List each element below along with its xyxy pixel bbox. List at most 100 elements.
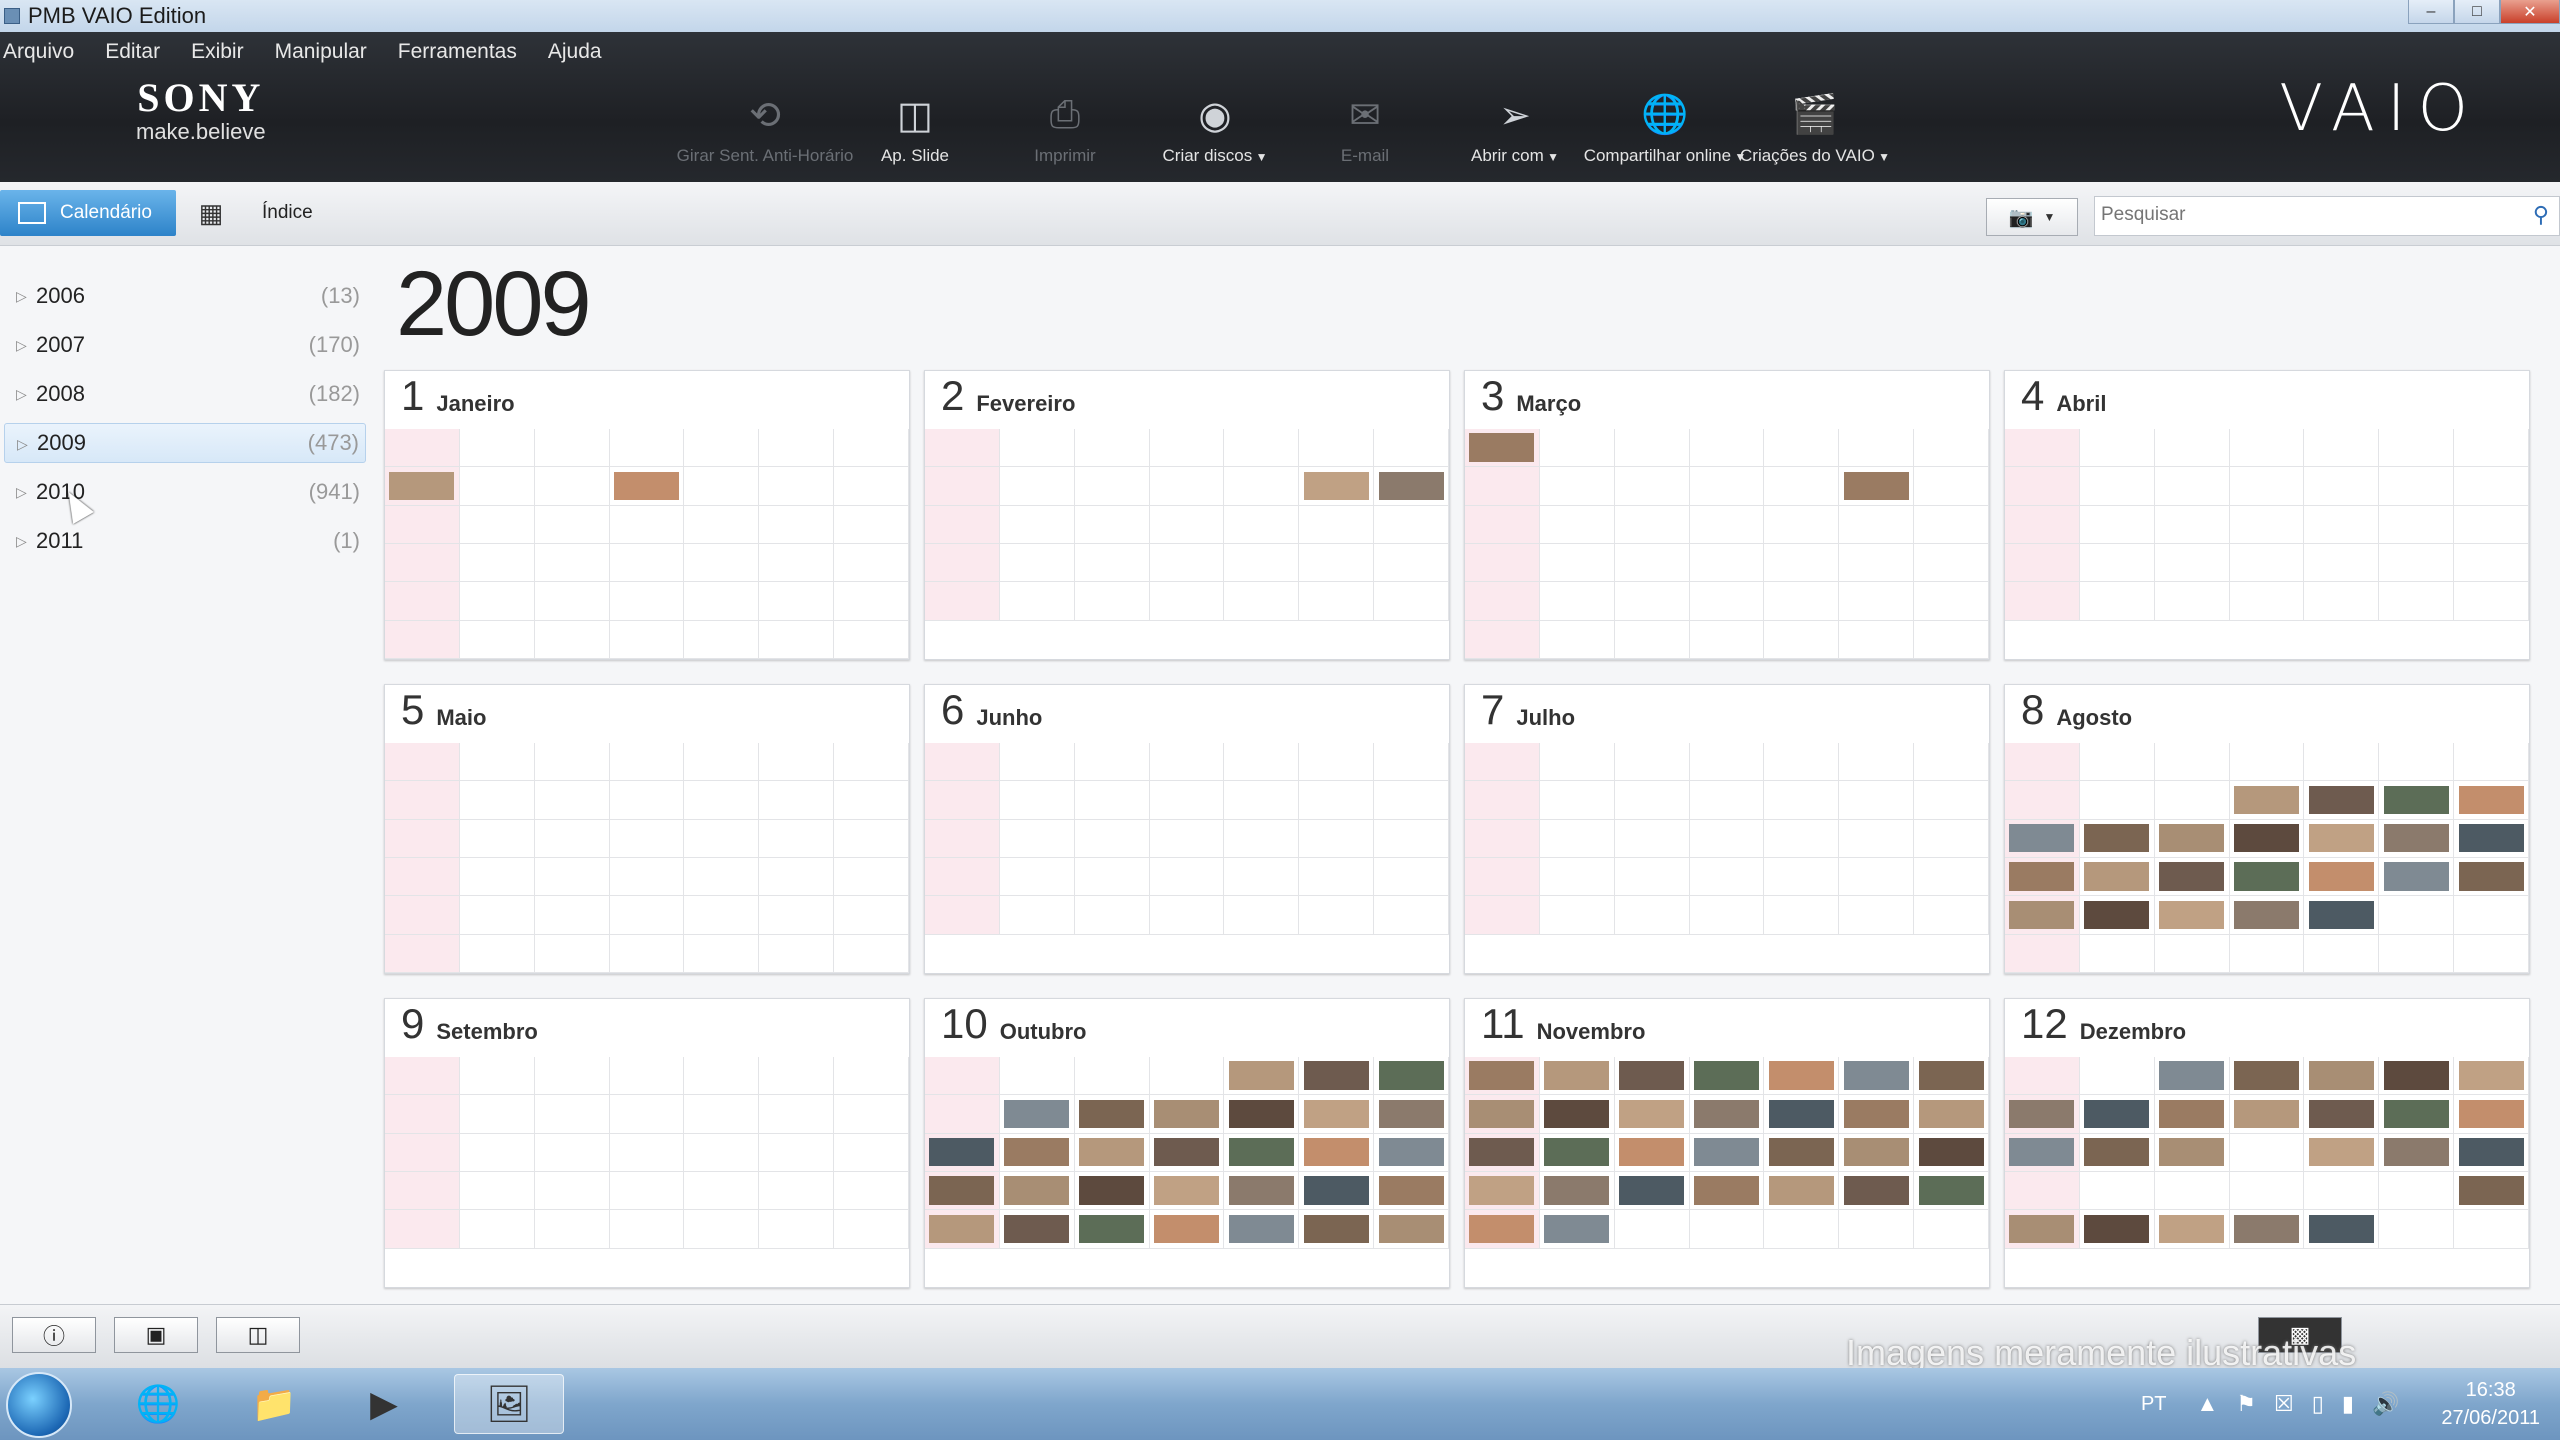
photo-thumbnail[interactable] — [1465, 1210, 1540, 1249]
photo-thumbnail[interactable] — [1689, 1133, 1765, 1172]
photo-thumbnail[interactable] — [2154, 857, 2230, 897]
photo-thumbnail[interactable] — [1299, 1133, 1375, 1172]
photo-thumbnail[interactable] — [2229, 1057, 2305, 1096]
photo-thumbnail[interactable] — [1074, 1171, 1150, 1211]
menu-item-arquivo[interactable]: Arquivo — [0, 40, 90, 64]
photo-thumbnail[interactable] — [2454, 1095, 2529, 1134]
media-player-icon[interactable]: ▶ — [336, 1374, 432, 1434]
photo-thumbnail[interactable] — [2079, 1095, 2155, 1134]
photo-thumbnail[interactable] — [1914, 1057, 1989, 1096]
photo-thumbnail[interactable] — [1074, 1210, 1150, 1249]
photo-thumbnail[interactable] — [2454, 819, 2529, 858]
photo-thumbnail[interactable] — [2229, 896, 2305, 935]
media-filter-dropdown[interactable]: 📷 ▼ — [1986, 198, 2078, 236]
month-card-junho[interactable]: 6 Junho — [924, 684, 1450, 974]
thumbnail-view-tab[interactable]: ▦ — [196, 190, 226, 236]
photo-thumbnail[interactable] — [1614, 1095, 1690, 1134]
photo-thumbnail[interactable] — [2454, 857, 2529, 897]
action-center-flag-icon[interactable]: ⚑ — [2236, 1391, 2256, 1417]
month-card-julho[interactable]: 7 Julho — [1464, 684, 1990, 974]
photo-thumbnail[interactable] — [1299, 467, 1375, 506]
year-item-2009[interactable]: ▷ 2009 (473) — [4, 423, 366, 463]
photo-thumbnail[interactable] — [2154, 1057, 2230, 1096]
expand-triangle-icon[interactable]: ▷ — [16, 337, 27, 354]
photo-thumbnail[interactable] — [1465, 429, 1540, 468]
photo-thumbnail[interactable] — [1149, 1171, 1225, 1211]
toolbar-open-with-button[interactable]: ➢ Abrir com ▼ — [1440, 88, 1590, 178]
photo-thumbnail[interactable] — [1689, 1095, 1765, 1134]
year-item-2008[interactable]: ▷ 2008 (182) — [4, 374, 366, 414]
calendar-view-tab[interactable]: Calendário — [0, 190, 176, 236]
photo-thumbnail[interactable] — [1539, 1057, 1615, 1096]
photo-thumbnail[interactable] — [1074, 1133, 1150, 1172]
show-hidden-icons-icon[interactable]: ▲ — [2197, 1391, 2219, 1417]
network-icon[interactable]: ▮ — [2342, 1391, 2354, 1417]
photo-thumbnail[interactable] — [999, 1210, 1075, 1249]
photo-thumbnail[interactable] — [2005, 1133, 2080, 1172]
maximize-button[interactable]: □ — [2454, 0, 2500, 24]
year-item-2010[interactable]: ▷ 2010 (941) — [4, 472, 366, 512]
clock[interactable]: 16:38 27/06/2011 — [2441, 1376, 2540, 1432]
photo-thumbnail[interactable] — [2229, 781, 2305, 820]
photo-thumbnail[interactable] — [2229, 857, 2305, 897]
photo-thumbnail[interactable] — [1539, 1133, 1615, 1172]
photo-thumbnail[interactable] — [1465, 1095, 1540, 1134]
expand-triangle-icon[interactable]: ▷ — [16, 386, 27, 403]
photo-thumbnail[interactable] — [2005, 1095, 2080, 1134]
photo-thumbnail[interactable] — [2154, 896, 2230, 935]
photo-thumbnail[interactable] — [2304, 1133, 2380, 1172]
photo-thumbnail[interactable] — [1839, 1057, 1915, 1096]
photo-thumbnail[interactable] — [2229, 1210, 2305, 1249]
toolbar-slideshow-button[interactable]: ◫ Ap. Slide — [840, 88, 990, 178]
photo-thumbnail[interactable] — [1224, 1057, 1300, 1096]
photo-thumbnail[interactable] — [1839, 1095, 1915, 1134]
photo-thumbnail[interactable] — [925, 1133, 1000, 1172]
photo-thumbnail[interactable] — [1764, 1057, 1840, 1096]
photo-thumbnail[interactable] — [609, 467, 685, 506]
photo-thumbnail[interactable] — [1839, 467, 1915, 506]
info-button[interactable]: ⓘ — [12, 1317, 96, 1353]
photo-thumbnail[interactable] — [2454, 1171, 2529, 1211]
month-card-agosto[interactable]: 8 Agosto — [2004, 684, 2530, 974]
photo-thumbnail[interactable] — [1224, 1133, 1300, 1172]
close-button[interactable]: ✕ — [2500, 0, 2560, 24]
photo-thumbnail[interactable] — [1299, 1171, 1375, 1211]
photo-thumbnail[interactable] — [1914, 1133, 1989, 1172]
photo-thumbnail[interactable] — [925, 1171, 1000, 1211]
photo-thumbnail[interactable] — [1465, 1133, 1540, 1172]
search-input[interactable] — [2095, 197, 2495, 233]
photo-thumbnail[interactable] — [2304, 857, 2380, 897]
photo-thumbnail[interactable] — [2079, 1210, 2155, 1249]
photo-thumbnail[interactable] — [2304, 819, 2380, 858]
photo-thumbnail[interactable] — [999, 1133, 1075, 1172]
compare-button[interactable]: ◫ — [216, 1317, 300, 1353]
start-button[interactable] — [6, 1372, 72, 1438]
menu-item-editar[interactable]: Editar — [102, 40, 176, 64]
photo-thumbnail[interactable] — [925, 1210, 1000, 1249]
photo-thumbnail[interactable] — [2005, 1210, 2080, 1249]
month-card-novembro[interactable]: 11 Novembro — [1464, 998, 1990, 1288]
photo-thumbnail[interactable] — [1689, 1057, 1765, 1096]
photo-thumbnail[interactable] — [2154, 819, 2230, 858]
month-card-setembro[interactable]: 9 Setembro — [384, 998, 910, 1288]
menu-item-manipular[interactable]: Manipular — [272, 40, 383, 64]
photo-thumbnail[interactable] — [1374, 467, 1449, 506]
photo-thumbnail[interactable] — [2079, 819, 2155, 858]
photo-thumbnail[interactable] — [2229, 819, 2305, 858]
photo-thumbnail[interactable] — [2379, 857, 2455, 897]
toolbar-disc-button[interactable]: ◉ Criar discos ▼ — [1140, 88, 1290, 178]
photo-thumbnail[interactable] — [2005, 819, 2080, 858]
photo-thumbnail[interactable] — [1914, 1171, 1989, 1211]
menu-item-exibir[interactable]: Exibir — [188, 40, 260, 64]
photo-thumbnail[interactable] — [2454, 1057, 2529, 1096]
month-card-outubro[interactable]: 10 Outubro — [924, 998, 1450, 1288]
photo-thumbnail[interactable] — [2304, 1095, 2380, 1134]
photo-thumbnail[interactable] — [1465, 1057, 1540, 1096]
photo-thumbnail[interactable] — [2154, 1133, 2230, 1172]
photo-thumbnail[interactable] — [1374, 1171, 1449, 1211]
photo-thumbnail[interactable] — [1839, 1171, 1915, 1211]
photo-thumbnail[interactable] — [2379, 1095, 2455, 1134]
photo-thumbnail[interactable] — [1614, 1133, 1690, 1172]
internet-explorer-icon[interactable]: 🌐 — [110, 1374, 206, 1434]
month-card-abril[interactable]: 4 Abril — [2004, 370, 2530, 660]
